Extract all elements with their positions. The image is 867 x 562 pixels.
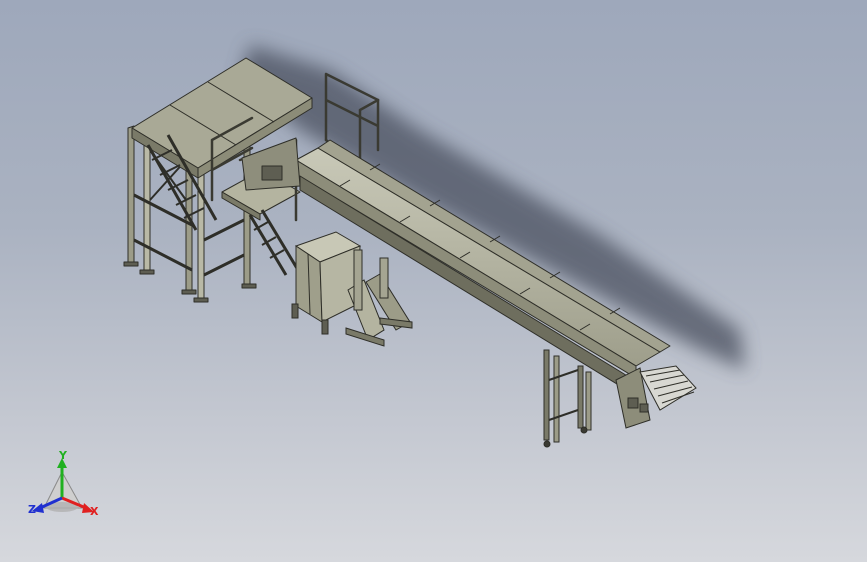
discharge-roller-chute[interactable] [615,365,697,429]
model-shadow [240,45,745,370]
conveyor-leg-stand[interactable] [543,349,592,448]
axis-triad [32,458,94,513]
collection-bin[interactable] [291,231,362,335]
triad-x-label: X [90,505,99,518]
triad-z-label: Z [28,503,36,516]
triad-y-label: Y [59,449,67,462]
cad-model-view[interactable] [0,0,867,562]
cad-viewport[interactable]: Y X Z [0,0,867,562]
conveyor-support-frame[interactable] [345,249,413,347]
